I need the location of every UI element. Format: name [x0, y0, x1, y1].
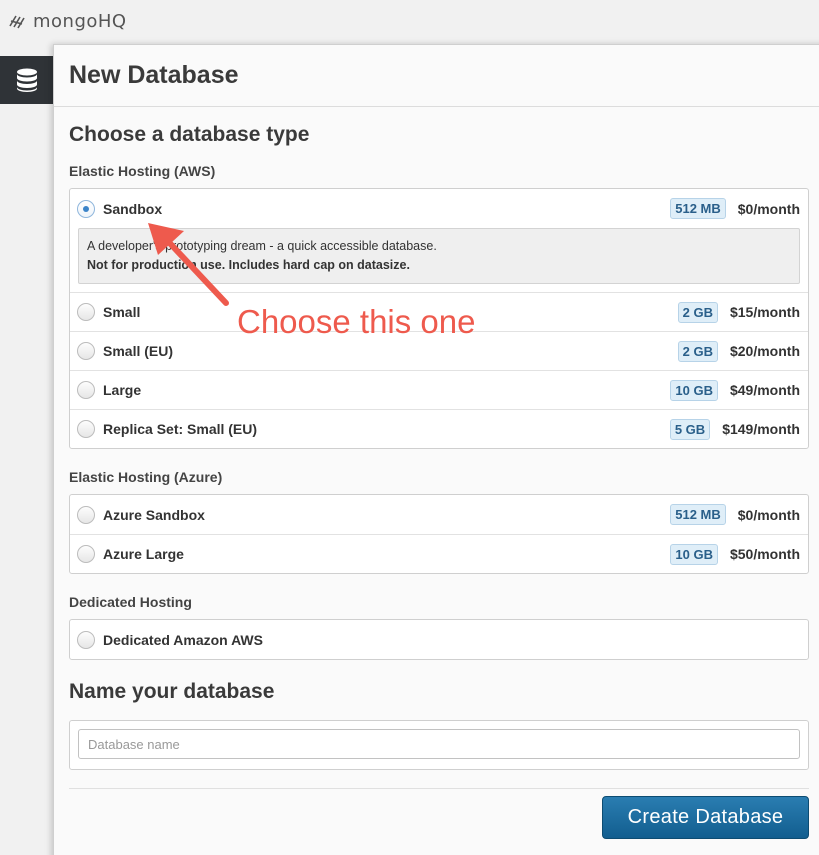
section-title-name: Name your database: [69, 680, 275, 703]
nav-databases[interactable]: [0, 56, 54, 104]
price-label: $0/month: [737, 200, 800, 217]
group-label-azure: Elastic Hosting (Azure): [69, 469, 223, 485]
radio-button[interactable]: [77, 505, 95, 524]
option-small-eu[interactable]: Small (EU) 2 GB $20/month: [70, 331, 808, 370]
option-label: Azure Sandbox: [103, 506, 205, 523]
option-label: Dedicated Amazon AWS: [103, 631, 263, 648]
option-group-azure: Azure Sandbox 512 MB $0/month Azure Larg…: [69, 494, 809, 574]
price-label: $15/month: [729, 304, 800, 320]
description-text: A developer's prototyping dream - a quic…: [87, 239, 437, 253]
logo-text: mongoHQ: [33, 10, 127, 32]
radio-button[interactable]: [77, 342, 95, 360]
database-icon: [17, 68, 37, 92]
option-label: Azure Large: [103, 546, 184, 562]
page-title: New Database: [69, 61, 239, 89]
description-warning: Not for production use. Includes hard ca…: [87, 258, 410, 272]
option-dedicated-amazon-aws[interactable]: Dedicated Amazon AWS: [70, 620, 808, 659]
price-label: $0/month: [737, 506, 800, 523]
app-logo[interactable]: mongoHQ: [8, 8, 127, 34]
size-badge: 2 GB: [677, 301, 718, 323]
panel-body: Choose a database type Elastic Hosting (…: [54, 107, 819, 789]
price-label: $49/month: [729, 382, 800, 398]
size-badge: 10 GB: [670, 543, 718, 565]
option-label: Sandbox: [103, 200, 163, 217]
option-label: Replica Set: Small (EU): [103, 421, 258, 437]
price-label: $149/month: [722, 421, 800, 437]
option-label: Large: [103, 382, 142, 398]
option-description: A developer's prototyping dream - a quic…: [78, 228, 800, 284]
radio-button[interactable]: [77, 545, 95, 563]
radio-button[interactable]: [77, 420, 95, 438]
database-name-input[interactable]: [78, 729, 800, 759]
section-title-type: Choose a database type: [69, 123, 310, 146]
radio-button-selected[interactable]: [77, 199, 95, 218]
radio-button[interactable]: [77, 303, 95, 321]
option-small[interactable]: Small 2 GB $15/month: [70, 292, 808, 331]
option-group-aws: Sandbox 512 MB $0/month A developer's pr…: [69, 188, 809, 449]
panel-header: New Database: [54, 45, 819, 107]
new-database-panel: New Database Choose a database type Elas…: [53, 44, 819, 855]
divider: [69, 788, 809, 789]
size-badge: 512 MB: [670, 198, 726, 219]
radio-button[interactable]: [77, 381, 95, 399]
mongohq-leaf-icon: [9, 15, 25, 29]
option-azure-large[interactable]: Azure Large 10 GB $50/month: [70, 534, 808, 573]
size-badge: 10 GB: [670, 379, 718, 401]
option-label: Small (EU): [103, 343, 174, 359]
create-database-button[interactable]: Create Database: [602, 796, 809, 839]
option-group-dedicated: Dedicated Amazon AWS: [69, 619, 809, 660]
size-badge: 512 MB: [670, 504, 726, 525]
size-badge: 2 GB: [677, 340, 718, 362]
price-label: $20/month: [729, 343, 800, 359]
price-label: $50/month: [729, 546, 800, 562]
group-label-dedicated: Dedicated Hosting: [69, 594, 192, 610]
option-replica-set-small-eu[interactable]: Replica Set: Small (EU) 5 GB $149/month: [70, 409, 808, 448]
radio-button[interactable]: [77, 630, 95, 649]
option-large[interactable]: Large 10 GB $49/month: [70, 370, 808, 409]
option-sandbox[interactable]: Sandbox 512 MB $0/month: [70, 189, 808, 228]
size-badge: 5 GB: [669, 418, 711, 440]
option-label: Small: [103, 304, 141, 320]
group-label-aws: Elastic Hosting (AWS): [69, 163, 216, 179]
name-input-container: [69, 720, 809, 770]
option-azure-sandbox[interactable]: Azure Sandbox 512 MB $0/month: [70, 495, 808, 534]
